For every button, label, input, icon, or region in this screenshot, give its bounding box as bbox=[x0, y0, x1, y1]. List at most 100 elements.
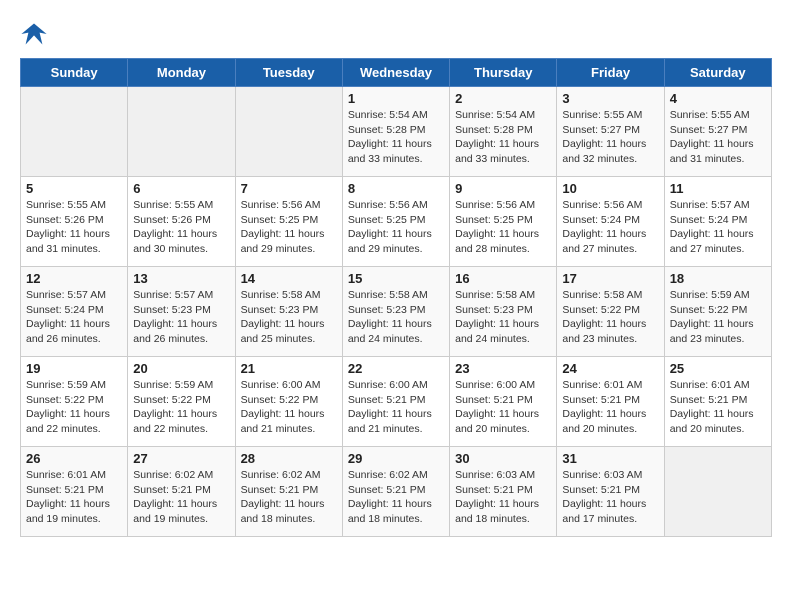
day-header-monday: Monday bbox=[128, 59, 235, 87]
calendar-cell: 23Sunrise: 6:00 AM Sunset: 5:21 PM Dayli… bbox=[450, 357, 557, 447]
calendar-cell: 10 Sunrise: 5:56 AM Sunset: 5:24 PM Dayli… bbox=[557, 177, 664, 267]
logo bbox=[20, 20, 52, 48]
day-number: 15 bbox=[348, 271, 444, 286]
day-info: Sunrise: 5:59 AM Sunset: 5:22 PM Dayligh… bbox=[26, 378, 122, 437]
calendar-cell: 4 Sunrise: 5:55 AM Sunset: 5:27 PM Daylig… bbox=[664, 87, 771, 177]
calendar-cell: 31 Sunrise: 6:03 AM Sunset: 5:21 PM Dayli… bbox=[557, 447, 664, 537]
day-number: 16 bbox=[455, 271, 551, 286]
calendar-cell bbox=[664, 447, 771, 537]
calendar-cell: 7Sunrise: 5:56 AM Sunset: 5:25 PM Daylig… bbox=[235, 177, 342, 267]
day-info: Sunrise: 5:57 AM Sunset: 5:24 PM Dayligh… bbox=[670, 198, 766, 257]
day-header-friday: Friday bbox=[557, 59, 664, 87]
day-number: 30 bbox=[455, 451, 551, 466]
day-number: 19 bbox=[26, 361, 122, 376]
calendar-cell bbox=[128, 87, 235, 177]
week-row-1: 1 Sunrise: 5:54 AM Sunset: 5:28 PM Daylig… bbox=[21, 87, 772, 177]
day-info: Sunrise: 5:56 AM Sunset: 5:25 PM Dayligh… bbox=[348, 198, 444, 257]
day-info: Sunrise: 5:58 AM Sunset: 5:22 PM Dayligh… bbox=[562, 288, 658, 347]
day-info: Sunrise: 5:55 AM Sunset: 5:26 PM Dayligh… bbox=[26, 198, 122, 257]
calendar-cell: 2 Sunrise: 5:54 AM Sunset: 5:28 PM Daylig… bbox=[450, 87, 557, 177]
day-info: Sunrise: 6:03 AM Sunset: 5:21 PM Dayligh… bbox=[455, 468, 551, 527]
day-header-sunday: Sunday bbox=[21, 59, 128, 87]
day-header-wednesday: Wednesday bbox=[342, 59, 449, 87]
calendar-table: SundayMondayTuesdayWednesdayThursdayFrid… bbox=[20, 58, 772, 537]
calendar-cell: 26 Sunrise: 6:01 AM Sunset: 5:21 PM Dayli… bbox=[21, 447, 128, 537]
week-row-4: 19 Sunrise: 5:59 AM Sunset: 5:22 PM Dayli… bbox=[21, 357, 772, 447]
calendar-cell: 25 Sunrise: 6:01 AM Sunset: 5:21 PM Dayli… bbox=[664, 357, 771, 447]
day-number: 21 bbox=[241, 361, 337, 376]
day-info: Sunrise: 6:00 AM Sunset: 5:21 PM Dayligh… bbox=[348, 378, 444, 437]
day-number: 12 bbox=[26, 271, 122, 286]
day-info: Sunrise: 6:02 AM Sunset: 5:21 PM Dayligh… bbox=[348, 468, 444, 527]
day-info: Sunrise: 6:02 AM Sunset: 5:21 PM Dayligh… bbox=[133, 468, 229, 527]
calendar-cell: 28 Sunrise: 6:02 AM Sunset: 5:21 PM Dayli… bbox=[235, 447, 342, 537]
calendar-cell: 19 Sunrise: 5:59 AM Sunset: 5:22 PM Dayli… bbox=[21, 357, 128, 447]
calendar-cell: 17 Sunrise: 5:58 AM Sunset: 5:22 PM Dayli… bbox=[557, 267, 664, 357]
calendar-cell: 5 Sunrise: 5:55 AM Sunset: 5:26 PM Daylig… bbox=[21, 177, 128, 267]
calendar-cell: 30 Sunrise: 6:03 AM Sunset: 5:21 PM Dayli… bbox=[450, 447, 557, 537]
day-info: Sunrise: 6:00 AM Sunset: 5:22 PM Dayligh… bbox=[241, 378, 337, 437]
logo-bird-icon bbox=[20, 20, 48, 48]
day-number: 28 bbox=[241, 451, 337, 466]
calendar-cell: 15 Sunrise: 5:58 AM Sunset: 5:23 PM Dayli… bbox=[342, 267, 449, 357]
calendar-cell: 1Sunrise: 5:54 AM Sunset: 5:28 PM Daylig… bbox=[342, 87, 449, 177]
calendar-cell: 18 Sunrise: 5:59 AM Sunset: 5:22 PM Dayli… bbox=[664, 267, 771, 357]
day-info: Sunrise: 5:59 AM Sunset: 5:22 PM Dayligh… bbox=[670, 288, 766, 347]
day-header-saturday: Saturday bbox=[664, 59, 771, 87]
day-number: 3 bbox=[562, 91, 658, 106]
day-info: Sunrise: 5:59 AM Sunset: 5:22 PM Dayligh… bbox=[133, 378, 229, 437]
day-info: Sunrise: 5:58 AM Sunset: 5:23 PM Dayligh… bbox=[348, 288, 444, 347]
day-number: 26 bbox=[26, 451, 122, 466]
calendar-body: 1 Sunrise: 5:54 AM Sunset: 5:28 PM Daylig… bbox=[21, 87, 772, 537]
calendar-cell: 27Sunrise: 6:02 AM Sunset: 5:21 PM Dayli… bbox=[128, 447, 235, 537]
day-number: 17 bbox=[562, 271, 658, 286]
calendar-cell: 9Sunrise: 5:56 AM Sunset: 5:25 PM Daylig… bbox=[450, 177, 557, 267]
calendar-cell bbox=[235, 87, 342, 177]
calendar-cell: 6Sunrise: 5:55 AM Sunset: 5:26 PM Daylig… bbox=[128, 177, 235, 267]
day-number: 24 bbox=[562, 361, 658, 376]
calendar-cell: 13 Sunrise: 5:57 AM Sunset: 5:23 PM Dayli… bbox=[128, 267, 235, 357]
day-number: 14 bbox=[241, 271, 337, 286]
week-row-3: 12 Sunrise: 5:57 AM Sunset: 5:24 PM Dayli… bbox=[21, 267, 772, 357]
calendar-cell: 12 Sunrise: 5:57 AM Sunset: 5:24 PM Dayli… bbox=[21, 267, 128, 357]
week-row-2: 5 Sunrise: 5:55 AM Sunset: 5:26 PM Daylig… bbox=[21, 177, 772, 267]
day-info: Sunrise: 6:03 AM Sunset: 5:21 PM Dayligh… bbox=[562, 468, 658, 527]
day-info: Sunrise: 5:55 AM Sunset: 5:27 PM Dayligh… bbox=[670, 108, 766, 167]
day-info: Sunrise: 5:56 AM Sunset: 5:25 PM Dayligh… bbox=[241, 198, 337, 257]
day-info: Sunrise: 5:55 AM Sunset: 5:27 PM Dayligh… bbox=[562, 108, 658, 167]
day-number: 13 bbox=[133, 271, 229, 286]
day-number: 20 bbox=[133, 361, 229, 376]
calendar-cell: 14 Sunrise: 5:58 AM Sunset: 5:23 PM Dayli… bbox=[235, 267, 342, 357]
day-number: 18 bbox=[670, 271, 766, 286]
calendar-cell: 8 Sunrise: 5:56 AM Sunset: 5:25 PM Daylig… bbox=[342, 177, 449, 267]
calendar-cell: 24Sunrise: 6:01 AM Sunset: 5:21 PM Dayli… bbox=[557, 357, 664, 447]
calendar-cell: 21 Sunrise: 6:00 AM Sunset: 5:22 PM Dayli… bbox=[235, 357, 342, 447]
calendar-header-row: SundayMondayTuesdayWednesdayThursdayFrid… bbox=[21, 59, 772, 87]
day-number: 4 bbox=[670, 91, 766, 106]
day-info: Sunrise: 6:01 AM Sunset: 5:21 PM Dayligh… bbox=[26, 468, 122, 527]
day-info: Sunrise: 5:57 AM Sunset: 5:24 PM Dayligh… bbox=[26, 288, 122, 347]
day-info: Sunrise: 6:00 AM Sunset: 5:21 PM Dayligh… bbox=[455, 378, 551, 437]
day-number: 1 bbox=[348, 91, 444, 106]
day-number: 10 bbox=[562, 181, 658, 196]
day-number: 31 bbox=[562, 451, 658, 466]
day-header-tuesday: Tuesday bbox=[235, 59, 342, 87]
calendar-cell: 11 Sunrise: 5:57 AM Sunset: 5:24 PM Dayli… bbox=[664, 177, 771, 267]
day-number: 22 bbox=[348, 361, 444, 376]
calendar-cell: 16Sunrise: 5:58 AM Sunset: 5:23 PM Dayli… bbox=[450, 267, 557, 357]
calendar-cell bbox=[21, 87, 128, 177]
day-number: 11 bbox=[670, 181, 766, 196]
calendar-cell: 3 Sunrise: 5:55 AM Sunset: 5:27 PM Daylig… bbox=[557, 87, 664, 177]
day-info: Sunrise: 5:56 AM Sunset: 5:24 PM Dayligh… bbox=[562, 198, 658, 257]
day-number: 25 bbox=[670, 361, 766, 376]
day-info: Sunrise: 5:54 AM Sunset: 5:28 PM Dayligh… bbox=[455, 108, 551, 167]
day-number: 2 bbox=[455, 91, 551, 106]
day-info: Sunrise: 5:57 AM Sunset: 5:23 PM Dayligh… bbox=[133, 288, 229, 347]
day-number: 5 bbox=[26, 181, 122, 196]
day-info: Sunrise: 5:58 AM Sunset: 5:23 PM Dayligh… bbox=[241, 288, 337, 347]
day-info: Sunrise: 6:02 AM Sunset: 5:21 PM Dayligh… bbox=[241, 468, 337, 527]
day-info: Sunrise: 6:01 AM Sunset: 5:21 PM Dayligh… bbox=[670, 378, 766, 437]
day-number: 8 bbox=[348, 181, 444, 196]
day-number: 29 bbox=[348, 451, 444, 466]
calendar-cell: 22 Sunrise: 6:00 AM Sunset: 5:21 PM Dayli… bbox=[342, 357, 449, 447]
